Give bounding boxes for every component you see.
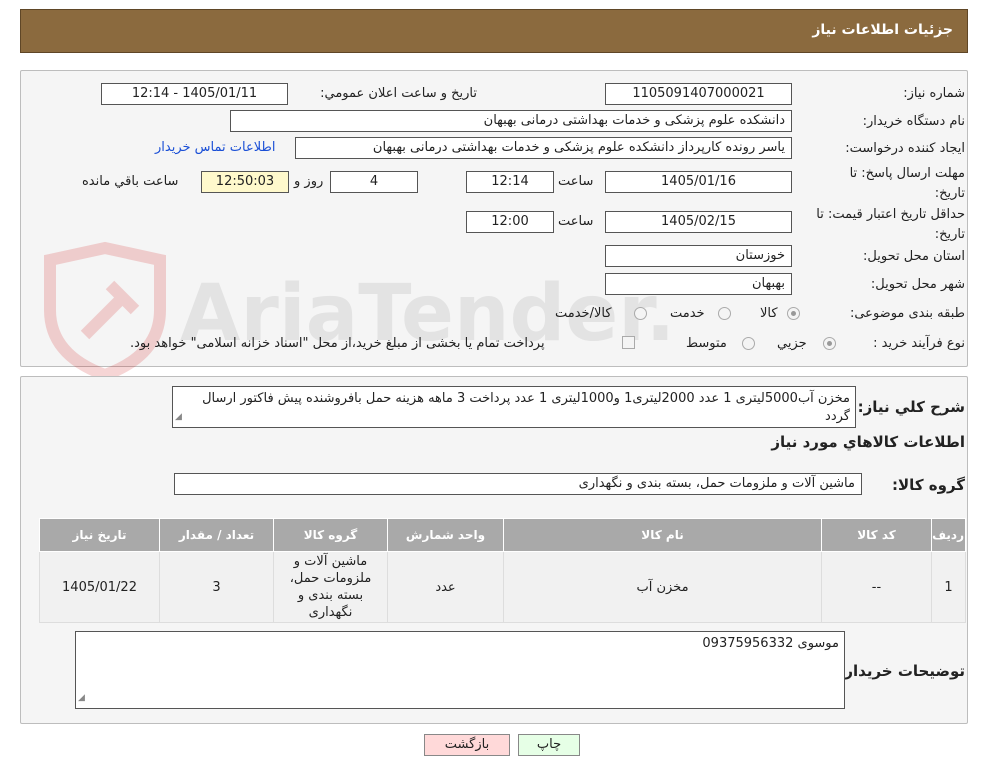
- buyer-field[interactable]: دانشکده علوم پزشکی و خدمات بهداشتی درمان…: [230, 110, 792, 132]
- category-service-radio[interactable]: [718, 307, 731, 320]
- buyer-notes-text: موسوی 09375956332: [702, 636, 839, 651]
- resize-grip-icon[interactable]: ◢: [175, 408, 182, 426]
- announce-field[interactable]: 1405/01/11 - 12:14: [101, 83, 288, 105]
- back-button[interactable]: بازگشت: [424, 734, 510, 756]
- process-minor-radio[interactable]: [823, 337, 836, 350]
- need-number-label: شماره نیاز:: [903, 86, 965, 101]
- page-title: جزئیات اطلاعات نیاز: [812, 22, 953, 38]
- col-header-name: نام کالا: [503, 518, 822, 552]
- requester-label: ايجاد کننده درخواست:: [845, 141, 965, 156]
- table-row: 1 -- مخزن آب عدد ماشین آلات و ملزومات حم…: [39, 551, 966, 623]
- remaining-label: ساعت باقي مانده: [82, 174, 179, 189]
- description-textarea[interactable]: مخزن آب5000لیتری 1 عدد 2000لیتری1 و1000ل…: [172, 386, 856, 428]
- category-goods-radio[interactable]: [787, 307, 800, 320]
- description-text: مخزن آب5000لیتری 1 عدد 2000لیتری1 و1000ل…: [202, 391, 850, 424]
- city-field[interactable]: بهبهان: [605, 273, 792, 295]
- validity-time-field[interactable]: 12:00: [466, 211, 554, 233]
- treasury-note: پرداخت تمام يا بخشی از مبلغ خريد،از محل …: [130, 336, 545, 351]
- col-header-group: گروه کالا: [273, 518, 388, 552]
- province-label: استان محل تحويل:: [863, 249, 965, 264]
- col-header-date: تاريخ نياز: [39, 518, 160, 552]
- buyer-notes-textarea[interactable]: موسوی 09375956332 ◢: [75, 631, 845, 709]
- cell-date: 1405/01/22: [39, 551, 160, 623]
- cell-qty: 3: [159, 551, 274, 623]
- buyer-label: نام دستگاه خريدار:: [862, 114, 965, 129]
- cell-code: --: [821, 551, 932, 623]
- days-label: روز و: [294, 174, 324, 189]
- treasury-checkbox[interactable]: [622, 336, 635, 349]
- goods-group-field[interactable]: ماشين آلات و ملزومات حمل، بسته بندی و نگ…: [174, 473, 862, 495]
- col-header-code: کد کالا: [821, 518, 932, 552]
- process-label: نوع فرآيند خريد :: [873, 336, 965, 351]
- category-goods-service-label: کالا/خدمت: [555, 306, 612, 321]
- buyer-contact-link[interactable]: اطلاعات تماس خريدار: [155, 140, 275, 155]
- col-header-row-number: رديف: [931, 518, 966, 552]
- col-header-unit: واحد شمارش: [387, 518, 504, 552]
- col-header-qty: تعداد / مقدار: [159, 518, 274, 552]
- process-minor-label: جزيي: [777, 336, 807, 351]
- deadline-date-field[interactable]: 1405/01/16: [605, 171, 792, 193]
- deadline-label: مهلت ارسال پاسخ: تا تاريخ:: [849, 166, 965, 201]
- remaining-time-field: 12:50:03: [201, 171, 289, 193]
- print-button[interactable]: چاپ: [518, 734, 580, 756]
- validity-time-label: ساعت: [558, 214, 594, 229]
- category-service-label: خدمت: [670, 306, 705, 321]
- description-label: شرح کلي نياز:: [857, 398, 965, 416]
- resize-grip-icon[interactable]: ◢: [78, 689, 85, 707]
- category-label: طبقه بندی موضوعی:: [849, 306, 965, 321]
- announce-label: تاریخ و ساعت اعلان عمومي:: [320, 86, 477, 101]
- cell-group: ماشین آلات و ملزومات حمل، بسته بندی و نگ…: [273, 551, 388, 623]
- process-medium-label: متوسط: [686, 336, 727, 351]
- category-goods-label: کالا: [760, 306, 778, 321]
- process-medium-radio[interactable]: [742, 337, 755, 350]
- cell-row-number: 1: [931, 551, 966, 623]
- goods-group-label: گروه کالا:: [892, 476, 965, 494]
- city-label: شهر محل تحويل:: [870, 277, 965, 292]
- buyer-notes-label: توضيحات خريدار:: [838, 662, 965, 680]
- validity-label: حداقل تاريخ اعتبار قيمت: تا تاريخ:: [816, 207, 965, 242]
- validity-date-field[interactable]: 1405/02/15: [605, 211, 792, 233]
- goods-section-title: اطلاعات کالاهاي مورد نياز: [771, 433, 965, 451]
- category-goods-service-radio[interactable]: [634, 307, 647, 320]
- deadline-time-label: ساعت: [558, 174, 594, 189]
- table-header-row: رديف کد کالا نام کالا واحد شمارش گروه کا…: [39, 518, 966, 552]
- page-header: جزئیات اطلاعات نیاز: [20, 9, 968, 53]
- requester-field[interactable]: یاسر رونده کارپرداز دانشکده علوم پزشکی و…: [295, 137, 792, 159]
- need-number-field[interactable]: 1105091407000021: [605, 83, 792, 105]
- deadline-days-field[interactable]: 4: [330, 171, 418, 193]
- items-table: رديف کد کالا نام کالا واحد شمارش گروه کا…: [39, 518, 966, 623]
- province-field[interactable]: خوزستان: [605, 245, 792, 267]
- cell-name: مخزن آب: [503, 551, 822, 623]
- cell-unit: عدد: [387, 551, 504, 623]
- deadline-time-field[interactable]: 12:14: [466, 171, 554, 193]
